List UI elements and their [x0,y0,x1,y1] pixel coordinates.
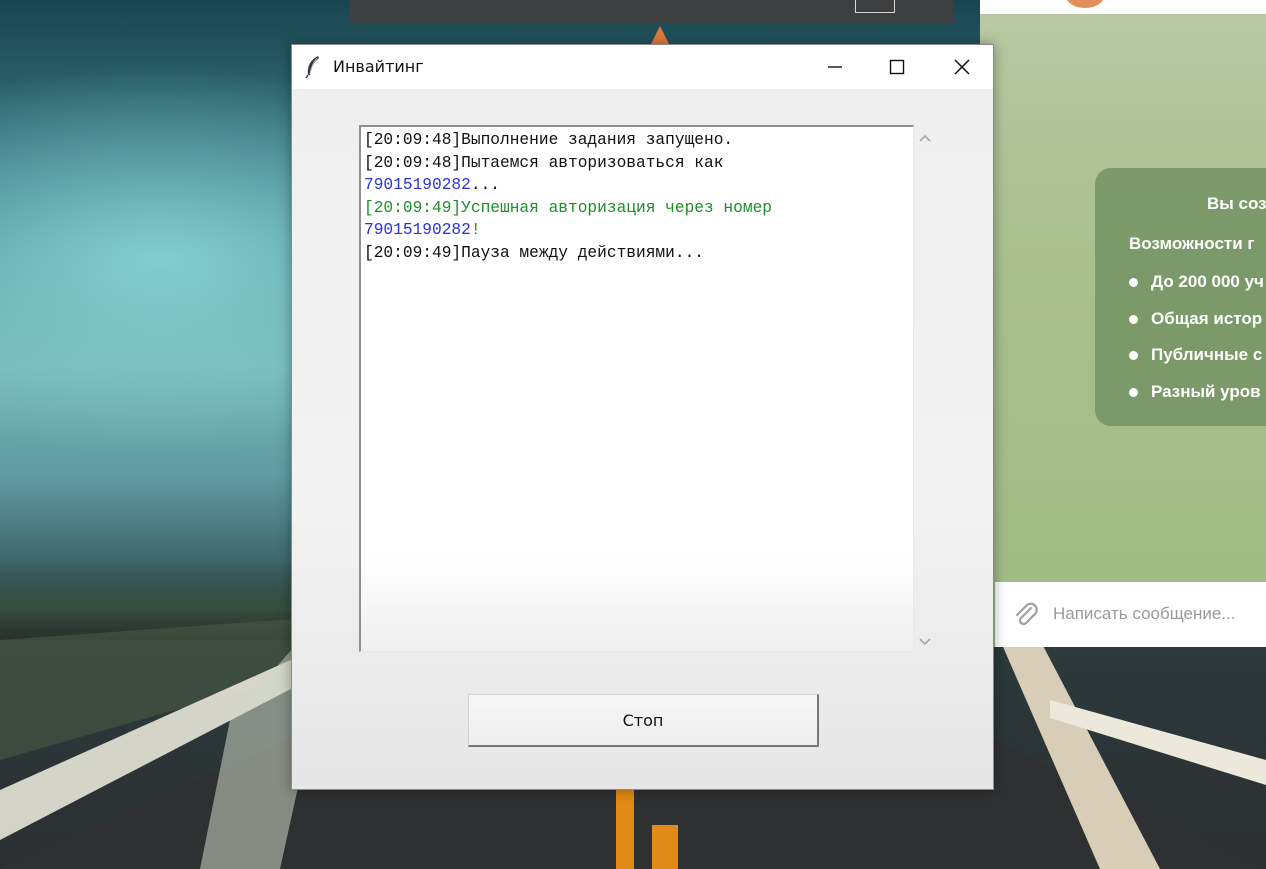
feather-icon [305,56,319,79]
background-window-titlebar [350,0,953,23]
maximize-button[interactable] [866,45,928,89]
window-titlebar[interactable]: Инвайтинг [292,45,993,89]
telegram-bullet: До 200 000 уч [1113,268,1264,305]
chevron-down-icon [919,638,931,646]
log-line: 79015190282! [364,219,909,242]
log-segment: ! [470,221,481,239]
log-line: 79015190282... [364,174,909,197]
window-title: Инвайтинг [333,57,424,76]
log-line: [20:09:48]Выполнение задания запущено. [364,129,909,152]
close-icon [954,59,970,75]
stop-button[interactable]: Стоп [468,694,819,747]
log-segment: 79015190282 [364,221,471,239]
log-segment: [20:09:48]Выполнение задания запущено. [364,131,734,149]
paperclip-icon[interactable] [1011,600,1041,630]
telegram-header [980,0,1266,14]
background-window-button [855,0,895,13]
telegram-bullet: Разный уров [1113,378,1264,415]
minimize-icon [828,66,842,68]
log-line: [20:09:48]Пытаемся авторизоваться как [364,152,909,175]
telegram-bullet: Общая истор [1113,305,1264,342]
telegram-message-input[interactable]: Написать сообщение... [995,582,1266,647]
telegram-avatar [1066,0,1104,8]
log-line: [20:09:49]Пауза между действиями... [364,242,909,265]
log-segment: 79015190282 [364,176,471,194]
log-textarea[interactable]: [20:09:48]Выполнение задания запущено. [2… [359,125,914,652]
close-button[interactable] [931,45,993,89]
bullet-dot-icon [1129,278,1138,287]
background-arrow-shape [651,26,669,44]
log-line: [20:09:49]Успешная авторизация через ном… [364,197,909,220]
background-telegram-window: Вы соз Возможности г До 200 000 уч Общая… [980,0,1266,647]
chevron-up-icon [919,134,931,142]
minimize-button[interactable] [804,45,866,89]
bullet-dot-icon [1129,387,1138,397]
scroll-down-button[interactable] [918,635,932,649]
bullet-dot-icon [1129,351,1138,360]
inviting-dialog-window: Инвайтинг [20:09:48]Выполнение задания з… [291,44,994,790]
log-segment: ... [470,176,501,194]
message-placeholder: Написать сообщение... [1053,604,1236,623]
log-segment: [20:09:49]Пауза между действиями... [364,243,704,262]
telegram-card-bullets: До 200 000 уч Общая истор Публичные с Ра… [1113,268,1264,414]
maximize-icon [889,59,905,75]
bullet-dot-icon [1129,314,1138,324]
telegram-card-title: Вы соз [1207,194,1266,213]
log-text: [20:09:48]Выполнение задания запущено. [2… [364,129,909,264]
log-segment: [20:09:48]Пытаемся авторизоваться как [364,153,724,172]
log-segment: [20:09:49]Успешная авторизация через ном… [364,198,772,217]
window-client-area: [20:09:48]Выполнение задания запущено. [2… [292,89,993,789]
telegram-bullet: Публичные с [1113,341,1264,378]
telegram-card-subtitle: Возможности г [1129,234,1255,253]
scroll-up-button[interactable] [918,131,932,145]
telegram-info-card: Вы соз Возможности г До 200 000 уч Общая… [1095,168,1266,426]
